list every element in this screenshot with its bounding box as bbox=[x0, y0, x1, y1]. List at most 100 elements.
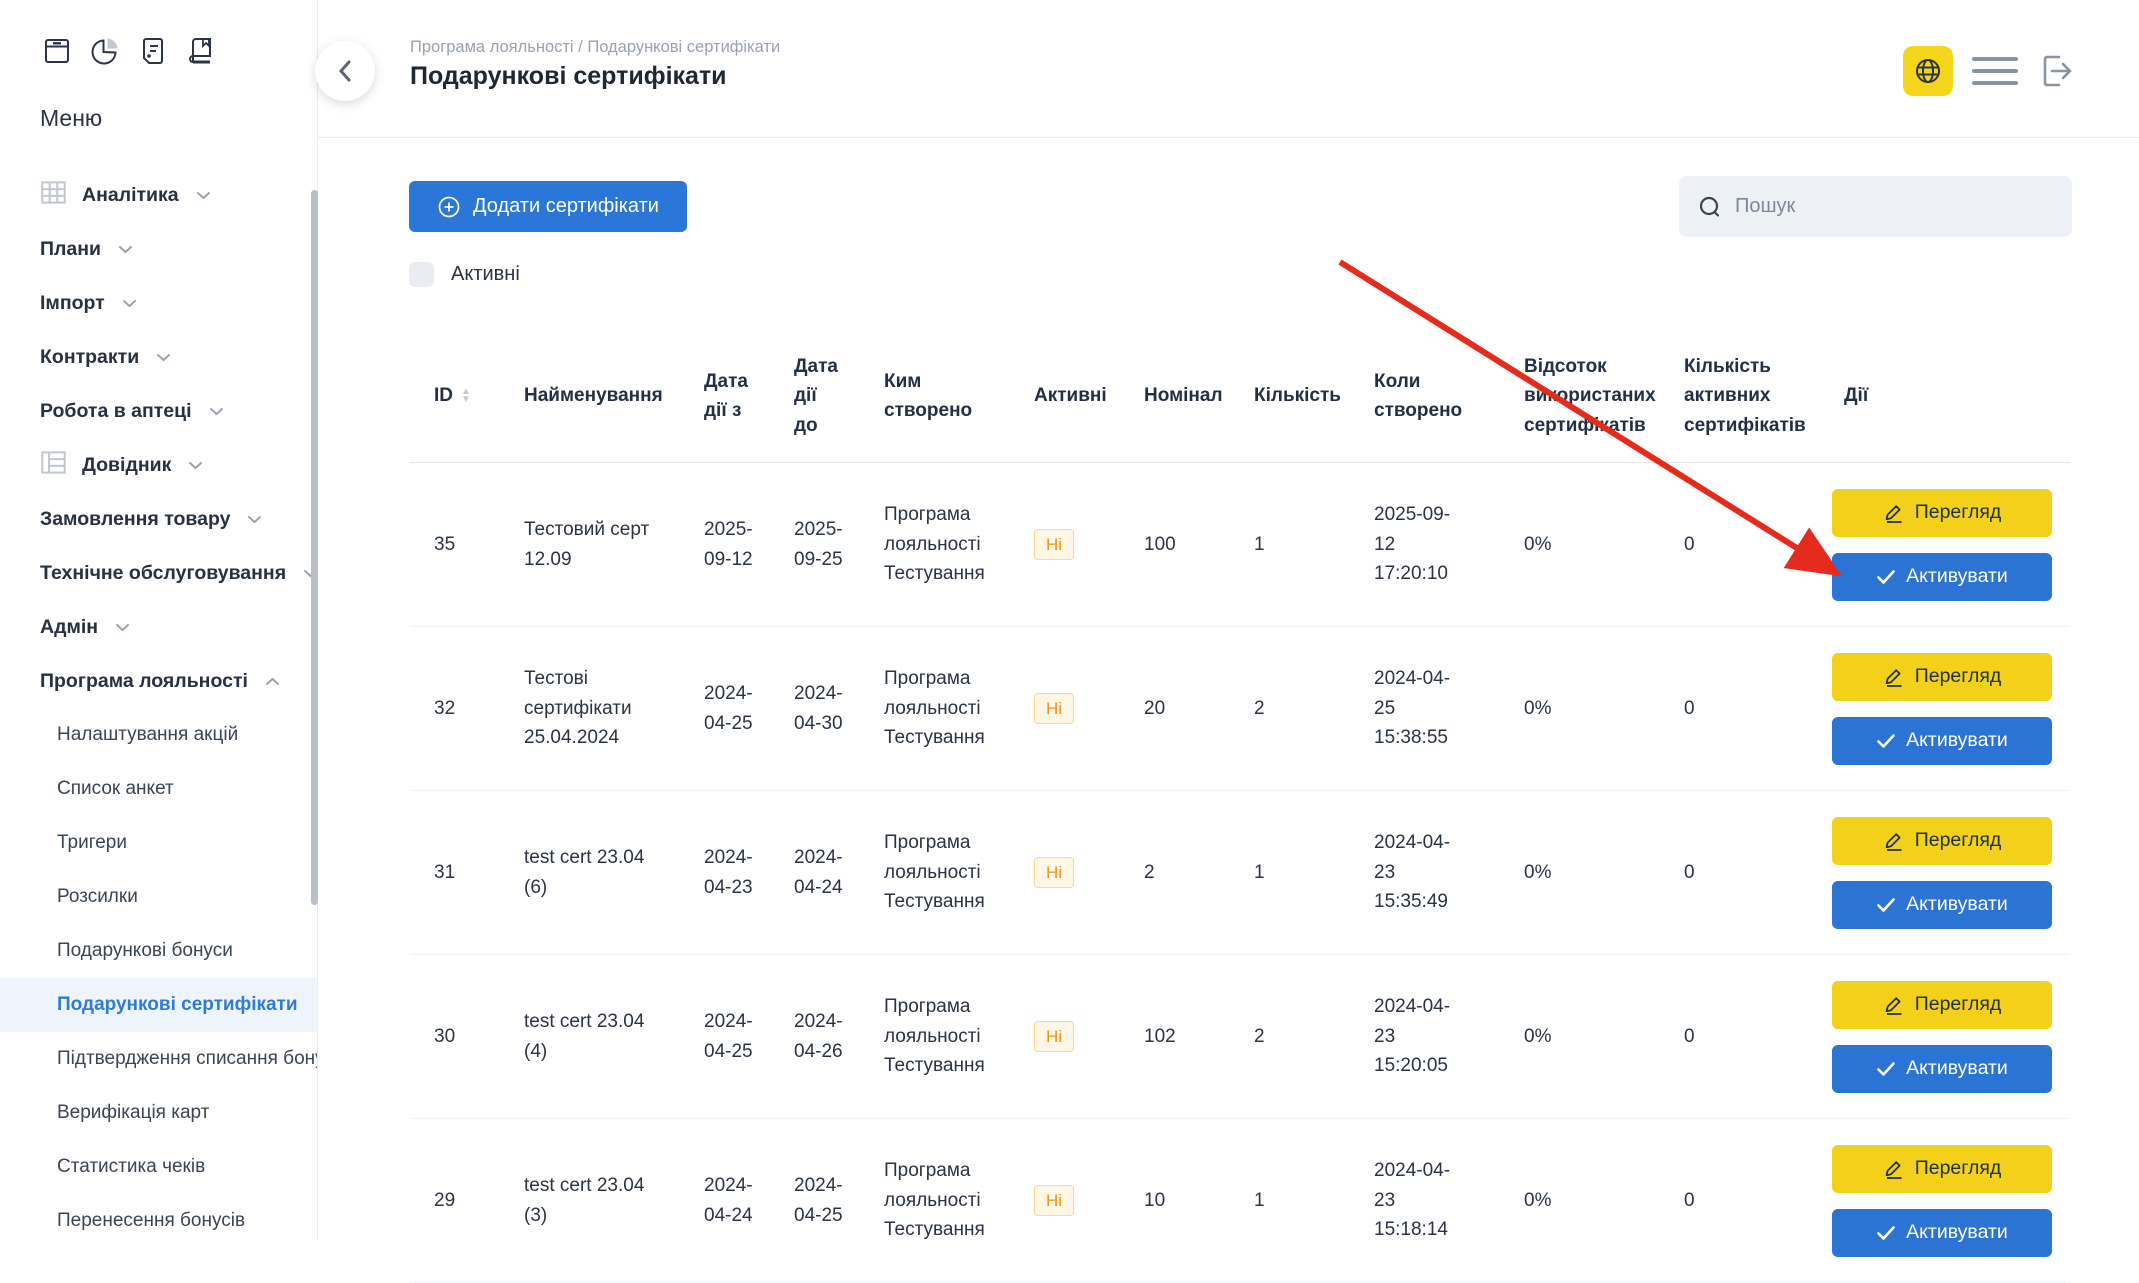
cell-nominal: 2 bbox=[1120, 791, 1230, 954]
sidebar-item-0[interactable]: Аналітика bbox=[0, 168, 317, 222]
chevron-down-icon bbox=[188, 461, 203, 470]
column-header-6: Номінал bbox=[1120, 330, 1230, 462]
cell-quantity: 1 bbox=[1230, 791, 1350, 954]
cell-active: Ні bbox=[1010, 791, 1120, 954]
sidebar-item-7[interactable]: Технічне обслуговування bbox=[0, 546, 317, 600]
activate-button-label: Активувати bbox=[1906, 729, 2008, 752]
sidebar-subitem-9[interactable]: Перенесення бонусів bbox=[0, 1194, 317, 1248]
book-icon[interactable] bbox=[184, 34, 218, 68]
sidebar-subitem-0[interactable]: Налаштування акцій bbox=[0, 708, 317, 762]
cell-actions: Перегляд Активувати bbox=[1820, 1119, 2070, 1282]
chevron-down-icon bbox=[209, 407, 224, 416]
sidebar-collapse-button[interactable] bbox=[315, 41, 375, 101]
activate-button[interactable]: Активувати bbox=[1832, 1209, 2052, 1257]
activate-button[interactable]: Активувати bbox=[1832, 717, 2052, 765]
language-button[interactable] bbox=[1903, 46, 1953, 96]
chevron-left-icon bbox=[337, 59, 353, 83]
sidebar-subitem-4[interactable]: Подарункові бонуси bbox=[0, 924, 317, 978]
cell-date-to-value: 2024-04-24 bbox=[794, 843, 844, 902]
column-header-2: Дата дії з bbox=[680, 330, 770, 462]
cell-nominal: 20 bbox=[1120, 627, 1230, 790]
sidebar-scrollbar[interactable] bbox=[311, 190, 318, 905]
view-button[interactable]: Перегляд bbox=[1832, 981, 2052, 1029]
column-header-11: Дії bbox=[1820, 330, 2070, 462]
logout-icon bbox=[2034, 50, 2076, 92]
sidebar-subitem-5[interactable]: Подарункові сертифікати bbox=[0, 978, 317, 1032]
sidebar-item-4[interactable]: Робота в аптеці bbox=[0, 384, 317, 438]
cell-date-from: 2025-09-12 bbox=[680, 463, 770, 626]
sidebar-subitem-3[interactable]: Розсилки bbox=[0, 870, 317, 924]
sort-icon[interactable]: ▲▼ bbox=[461, 388, 471, 404]
cell-date-to: 2024-04-30 bbox=[770, 627, 860, 790]
cell-actions: Перегляд Активувати bbox=[1820, 627, 2070, 790]
view-button[interactable]: Перегляд bbox=[1832, 1145, 2052, 1193]
sidebar-subitem-2[interactable]: Тригери bbox=[0, 816, 317, 870]
cell-created-by: Програма лояльності Тестування bbox=[860, 627, 1010, 790]
cell-nominal-value: 2 bbox=[1144, 858, 1155, 887]
activate-button[interactable]: Активувати bbox=[1832, 881, 2052, 929]
search-input[interactable] bbox=[1735, 195, 2054, 218]
cell-active: Ні bbox=[1010, 463, 1120, 626]
archive-icon[interactable] bbox=[40, 34, 74, 68]
cell-quantity-value: 1 bbox=[1254, 1186, 1265, 1215]
view-button[interactable]: Перегляд bbox=[1832, 653, 2052, 701]
add-certificates-button[interactable]: Додати сертифікати bbox=[409, 181, 687, 232]
cell-used-percent: 0% bbox=[1500, 1119, 1660, 1282]
cell-date-from-value: 2024-04-25 bbox=[704, 1007, 754, 1066]
sidebar-subitem-label: Статистика чеків bbox=[57, 1156, 205, 1178]
sidebar-item-6[interactable]: Замовлення товару bbox=[0, 492, 317, 546]
document-icon[interactable] bbox=[136, 34, 170, 68]
cell-date-from-value: 2024-04-25 bbox=[704, 679, 754, 738]
activate-button[interactable]: Активувати bbox=[1832, 553, 2052, 601]
view-button[interactable]: Перегляд bbox=[1832, 817, 2052, 865]
cell-actions: Перегляд Активувати bbox=[1820, 791, 2070, 954]
sidebar-item-label: Замовлення товару bbox=[40, 508, 230, 531]
sidebar-subitem-label: Перенесення бонусів bbox=[57, 1210, 245, 1232]
cell-nominal: 10 bbox=[1120, 1119, 1230, 1282]
sidebar-item-9[interactable]: Програма лояльності bbox=[0, 654, 317, 708]
view-button-label: Перегляд bbox=[1915, 1157, 2002, 1180]
column-header-label: Кількість bbox=[1254, 381, 1341, 410]
cell-used-percent-value: 0% bbox=[1524, 694, 1551, 723]
chevron-down-icon bbox=[247, 515, 262, 524]
cell-created-at-value: 2024-04-23 15:35:49 bbox=[1374, 828, 1470, 916]
sidebar-item-label: Імпорт bbox=[40, 292, 105, 315]
column-header-label: Кількість активних сертифікатів bbox=[1684, 352, 1806, 440]
sidebar-subitem-6[interactable]: Підтвердження списання бону... bbox=[0, 1032, 317, 1086]
sidebar-subitem-label: Налаштування акцій bbox=[57, 724, 238, 746]
status-badge: Ні bbox=[1034, 693, 1074, 725]
sidebar-subitem-1[interactable]: Список анкет bbox=[0, 762, 317, 816]
column-header-7: Кількість bbox=[1230, 330, 1350, 462]
cell-date-from-value: 2024-04-24 bbox=[704, 1171, 754, 1230]
cell-date-from-value: 2024-04-23 bbox=[704, 843, 754, 902]
logout-button[interactable] bbox=[2032, 48, 2078, 94]
sidebar-item-5[interactable]: Довідник bbox=[0, 438, 317, 492]
sidebar-item-1[interactable]: Плани bbox=[0, 222, 317, 276]
sidebar-item-3[interactable]: Контракти bbox=[0, 330, 317, 384]
table-body: 35Тестовий серт 12.092025-09-122025-09-2… bbox=[410, 463, 2070, 1283]
cell-active-count-value: 0 bbox=[1684, 858, 1695, 887]
cell-used-percent-value: 0% bbox=[1524, 1022, 1551, 1051]
activate-button-label: Активувати bbox=[1906, 1057, 2008, 1080]
pie-chart-icon[interactable] bbox=[88, 34, 122, 68]
column-header-0[interactable]: ID▲▼ bbox=[410, 330, 500, 462]
cell-active: Ні bbox=[1010, 627, 1120, 790]
hamburger-menu-icon[interactable] bbox=[1972, 57, 2018, 85]
sidebar-item-2[interactable]: Імпорт bbox=[0, 276, 317, 330]
chevron-down-icon bbox=[122, 299, 137, 308]
view-button-label: Перегляд bbox=[1915, 829, 2002, 852]
table-row: 32Тестові сертифікати 25.04.20242024-04-… bbox=[410, 627, 2070, 791]
cell-active-count-value: 0 bbox=[1684, 694, 1695, 723]
sidebar-subitem-8[interactable]: Статистика чеків bbox=[0, 1140, 317, 1194]
cell-created-by-value: Програма лояльності Тестування bbox=[884, 828, 994, 916]
cell-date-to: 2025-09-25 bbox=[770, 463, 860, 626]
column-header-5: Активні bbox=[1010, 330, 1120, 462]
activate-button[interactable]: Активувати bbox=[1832, 1045, 2052, 1093]
status-badge: Ні bbox=[1034, 1185, 1074, 1217]
globe-icon bbox=[1913, 56, 1943, 86]
view-button[interactable]: Перегляд bbox=[1832, 489, 2052, 537]
cell-active-count: 0 bbox=[1660, 955, 1820, 1118]
sidebar-subitem-7[interactable]: Верифікація карт bbox=[0, 1086, 317, 1140]
sidebar-item-8[interactable]: Адмін bbox=[0, 600, 317, 654]
active-checkbox[interactable] bbox=[409, 262, 434, 287]
